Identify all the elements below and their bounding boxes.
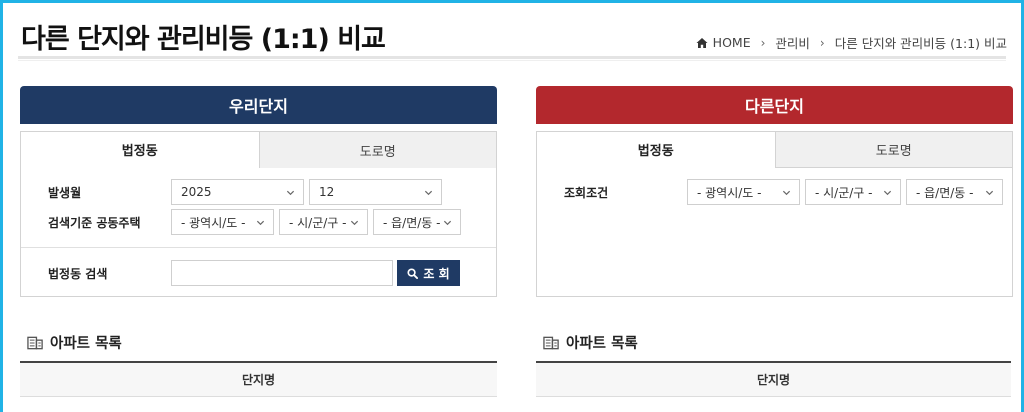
tab-legal-dong[interactable]: 법정동: [537, 132, 775, 168]
other-complex-header: 다른단지: [536, 86, 1013, 124]
home-icon: [696, 37, 708, 48]
title-divider-thin: [18, 60, 1006, 61]
sigungu-select-value: - 시/군/구 -: [815, 185, 873, 200]
month-select-value: 12: [319, 185, 335, 199]
left-apartment-list-title: 아파트 목록: [27, 332, 122, 353]
sigungu-select[interactable]: - 시/군/구 -: [805, 179, 901, 205]
search-button[interactable]: 조 회: [397, 260, 460, 286]
chevron-down-icon: [350, 220, 359, 226]
other-complex-search-box: 법정동 도로명 조회조건 - 광역시/도 - - 시/군/구 - - 읍/면/동…: [536, 131, 1013, 297]
chevron-down-icon: [424, 190, 433, 196]
month-select[interactable]: 12: [309, 179, 442, 205]
sido-select[interactable]: - 광역시/도 -: [171, 209, 274, 235]
breadcrumb-home[interactable]: HOME: [696, 35, 751, 50]
breadcrumb: HOME › 관리비 › 다른 단지와 관리비등 (1:1) 비교: [696, 33, 1007, 52]
our-complex-search-box: 법정동 도로명 발생월 2025 12 검색기준 공동주택 - 광역시/도 -: [20, 131, 497, 297]
sigungu-select[interactable]: - 시/군/구 -: [279, 209, 368, 235]
tab-legal-dong[interactable]: 법정동: [21, 132, 259, 168]
our-complex-tabs: 법정동 도로명: [21, 132, 496, 168]
chevron-down-icon: [443, 220, 452, 226]
breadcrumb-level1[interactable]: 관리비: [775, 33, 810, 52]
month-label: 발생월: [48, 186, 82, 200]
dong-select-value: - 읍/면/동 -: [916, 185, 974, 200]
legal-dong-search-label: 법정동 검색: [48, 267, 108, 281]
dong-select[interactable]: - 읍/면/동 -: [373, 209, 461, 235]
year-select[interactable]: 2025: [171, 179, 304, 205]
sigungu-select-value: - 시/군/구 -: [289, 215, 347, 230]
breadcrumb-current: 다른 단지와 관리비등 (1:1) 비교: [834, 36, 1007, 51]
chevron-down-icon: [286, 190, 295, 196]
sido-select[interactable]: - 광역시/도 -: [687, 179, 800, 205]
sido-select-value: - 광역시/도 -: [181, 215, 246, 230]
search-icon: [407, 267, 419, 279]
criteria-label: 검색기준 공동주택: [48, 216, 141, 230]
dong-select[interactable]: - 읍/면/동 -: [906, 179, 1003, 205]
query-condition-label: 조회조건: [564, 186, 609, 200]
year-select-value: 2025: [181, 185, 212, 199]
building-list-icon: [543, 336, 559, 349]
page-title: 다른 단지와 관리비등 (1:1) 비교: [21, 24, 386, 55]
column-complex-name: 단지명: [756, 373, 791, 387]
page-frame: 다른 단지와 관리비등 (1:1) 비교 HOME › 관리비 › 다른 단지와…: [0, 0, 1024, 412]
chevron-right-icon: ›: [819, 35, 825, 50]
tab-road-name[interactable]: 도로명: [774, 132, 1012, 168]
chevron-down-icon: [782, 190, 791, 196]
other-complex-tabs: 법정동 도로명: [537, 132, 1012, 168]
breadcrumb-home-label: HOME: [712, 35, 751, 50]
left-apartment-list-title-label: 아파트 목록: [50, 336, 122, 352]
search-button-label: 조 회: [423, 266, 450, 281]
dong-select-value: - 읍/면/동 -: [383, 215, 441, 230]
right-table-header: 단지명: [536, 361, 1011, 397]
building-list-icon: [27, 336, 43, 349]
sido-select-value: - 광역시/도 -: [697, 185, 762, 200]
right-apartment-list-title: 아파트 목록: [543, 332, 638, 353]
our-complex-panel: 우리단지 법정동 도로명 발생월 2025 12 검색기준 공동주택 - 광역시…: [20, 86, 497, 297]
column-complex-name: 단지명: [241, 373, 276, 387]
right-apartment-list-title-label: 아파트 목록: [566, 336, 638, 352]
other-complex-panel: 다른단지 법정동 도로명 조회조건 - 광역시/도 - - 시/군/구 - - …: [536, 86, 1013, 297]
search-divider: [21, 247, 496, 248]
legal-dong-search-input[interactable]: [171, 260, 393, 286]
chevron-down-icon: [985, 190, 994, 196]
title-divider: [18, 56, 1006, 59]
chevron-down-icon: [256, 220, 265, 226]
chevron-right-icon: ›: [760, 35, 766, 50]
chevron-down-icon: [883, 190, 892, 196]
tab-road-name[interactable]: 도로명: [258, 132, 496, 168]
our-complex-header: 우리단지: [20, 86, 497, 124]
left-table-header: 단지명: [20, 361, 497, 397]
